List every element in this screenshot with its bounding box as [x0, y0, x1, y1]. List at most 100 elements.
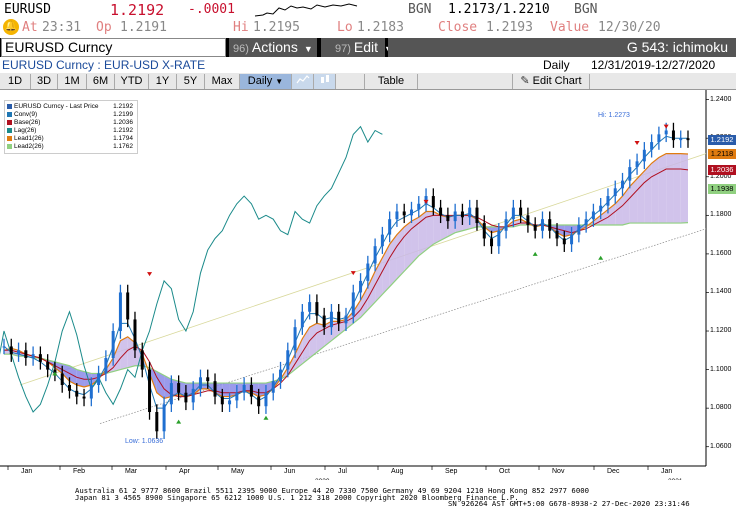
sparkline-icon [254, 3, 358, 17]
price-bar-body [140, 350, 144, 370]
period-select[interactable]: Daily ▼ [240, 74, 292, 89]
price-bar-body [60, 373, 64, 386]
candle-chart-glyph [320, 75, 329, 83]
price-bar-body [453, 211, 457, 222]
price-bar-body [206, 377, 210, 382]
price-bar-body [315, 302, 319, 316]
candle-chart-icon[interactable] [314, 74, 336, 89]
line-chart-glyph [296, 75, 309, 84]
price-bar-body [570, 234, 574, 245]
price-bar-body [562, 238, 566, 245]
price-bar-body [2, 346, 6, 348]
legend-item[interactable]: Lead1(26) 1.1794 [7, 135, 135, 143]
legend-value: 1.1762 [113, 143, 133, 150]
price-bar-body [642, 149, 646, 162]
chevron-down-icon: ▼ [303, 44, 313, 54]
range-1m-button[interactable]: 1M [58, 74, 87, 89]
price-bar-body [671, 130, 675, 141]
quote-value-date: 12/30/20 [598, 20, 661, 35]
price-bar-body [533, 224, 537, 231]
value-tag: 1.2036 [708, 164, 736, 175]
price-bar-body [475, 207, 479, 224]
actions-menu[interactable]: 96) Actions ▼ [229, 38, 317, 57]
range-ytd-button[interactable]: YTD [115, 74, 149, 89]
range-5y-button[interactable]: 5Y [177, 74, 205, 89]
chart-legend[interactable]: EURUSD Curncy - Last Price 1.2192 Conv(9) 1… [4, 100, 138, 154]
price-bar-body [97, 373, 101, 386]
function-title: G 543: ichimoku [388, 38, 736, 57]
price-bar-body [511, 207, 515, 220]
line-chart-icon[interactable] [292, 74, 314, 89]
bgn-label-2: BGN [574, 2, 598, 17]
table-button[interactable]: Table [364, 74, 418, 89]
price-bar-body [519, 207, 523, 216]
legend-swatch [7, 135, 12, 141]
legend-item[interactable]: EURUSD Curncy - Last Price 1.2192 [7, 103, 135, 111]
price-bar-body [540, 219, 544, 231]
legend-item[interactable]: Lag(26) 1.2192 [7, 127, 135, 135]
x-tick-label: Oct [499, 468, 510, 475]
legend-value: 1.2199 [113, 111, 133, 118]
price-bar-body [402, 211, 406, 216]
low-annotation: Low: 1.0636 [125, 438, 164, 445]
cloud-segment [433, 211, 441, 245]
x-tick-label: Jun [284, 468, 296, 475]
range-1d-button[interactable]: 1D [0, 74, 31, 89]
price-bar-body [279, 369, 283, 382]
range-3d-button[interactable]: 3D [31, 74, 58, 89]
sell-marker-icon [663, 124, 669, 129]
price-bar-body [621, 180, 625, 189]
price-bar-body [104, 358, 108, 374]
security-input[interactable]: EURUSD Curncy [1, 38, 226, 57]
price-bar-body [213, 381, 217, 397]
x-tick-label: May [231, 468, 245, 475]
price-bar-body [184, 392, 188, 403]
range-max-button[interactable]: Max [205, 74, 240, 89]
price-bar-body [439, 207, 443, 216]
price-bar-body [526, 215, 530, 225]
y-tick-label: 1.0600 [710, 442, 732, 450]
bell-icon[interactable]: 🔔 [3, 19, 19, 35]
value-tag: 1.2118 [708, 149, 736, 160]
price-bar-body [75, 390, 79, 397]
security-description: EURUSD Curncy : EUR-USD X-RATE [2, 58, 206, 72]
price-bar-body [446, 215, 450, 222]
y-tick-label: 1.1400 [710, 288, 732, 296]
price-bar-body [286, 350, 290, 370]
legend-swatch [7, 127, 12, 133]
legend-item[interactable]: Lead2(26) 1.1762 [7, 143, 135, 151]
high-label: Hi [233, 20, 249, 35]
edit-menu[interactable]: 97)Edit▼ [321, 38, 393, 57]
legend-item[interactable]: Base(26) 1.2036 [7, 119, 135, 127]
price-bar-body [664, 130, 668, 135]
low-label: Lo [337, 20, 353, 35]
x-tick-label: Aug [391, 468, 404, 475]
price-bar-body [548, 219, 552, 231]
price-bar-body [351, 292, 355, 316]
value-tag: 1.2192 [708, 134, 736, 145]
cloud-segment [658, 153, 667, 224]
price-bar-body [373, 246, 377, 264]
edit-chart-button[interactable]: ✎ Edit Chart [512, 74, 590, 89]
price-bar-body [497, 230, 501, 247]
price-bar-body [133, 319, 137, 351]
sell-marker-icon [423, 199, 429, 204]
price-bar-body [599, 205, 603, 212]
price-bar-body [249, 385, 253, 397]
sell-marker-icon [147, 272, 153, 277]
chart-toolbar: 1D 3D 1M 6M YTD 1Y 5Y Max Daily ▼ Table … [0, 73, 736, 90]
price-bar-body [293, 327, 297, 351]
y-tick-label: 1.1200 [710, 327, 732, 335]
legend-item[interactable]: Conv(9) 1.2199 [7, 111, 135, 119]
range-1y-button[interactable]: 1Y [149, 74, 177, 89]
x-tick-label: Jul [338, 468, 347, 475]
price-bar-body [482, 223, 486, 239]
price-bar-body [555, 230, 559, 239]
range-6m-button[interactable]: 6M [87, 74, 115, 89]
price-bar-body [329, 311, 333, 328]
cloud-segment [396, 226, 405, 279]
x-tick-label: Apr [179, 468, 190, 475]
date-range[interactable]: 12/31/2019-12/27/2020 [591, 57, 715, 73]
legend-value: 1.1794 [113, 135, 133, 142]
quote-time: 23:31 [42, 20, 82, 35]
